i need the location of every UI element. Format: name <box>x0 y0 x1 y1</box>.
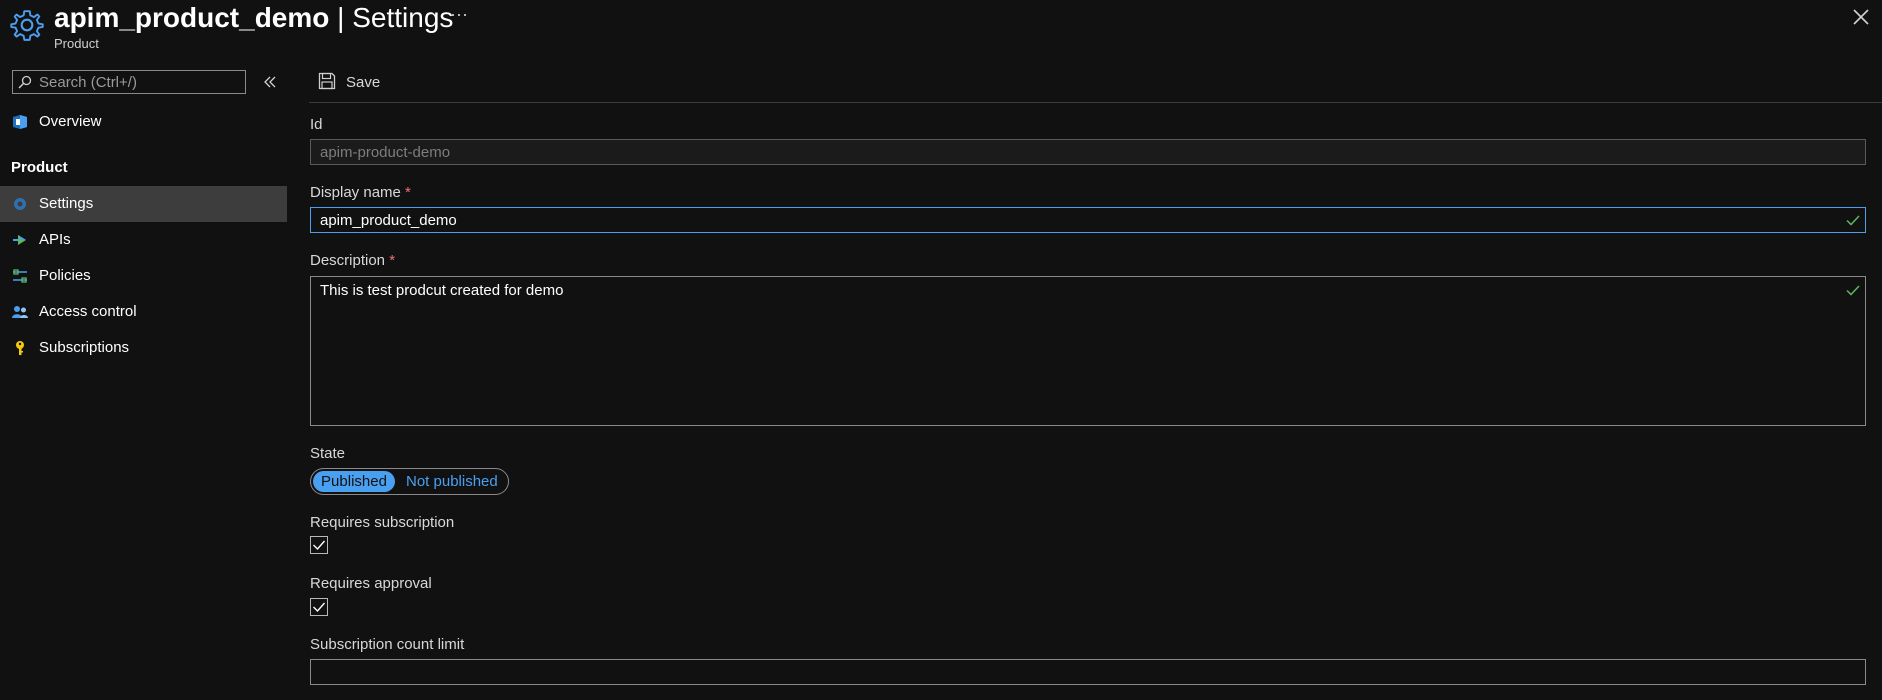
subscription-count-limit-label: Subscription count limit <box>310 636 465 653</box>
required-asterisk: * <box>389 252 396 269</box>
valid-check-icon <box>1846 285 1860 296</box>
key-icon <box>16 341 24 355</box>
close-icon[interactable] <box>1852 8 1870 26</box>
gear-icon <box>10 10 44 41</box>
requires-subscription-checkbox[interactable] <box>310 536 328 554</box>
title-separator: | <box>337 2 345 33</box>
id-input <box>320 143 1820 161</box>
display-name-input[interactable] <box>320 211 1820 229</box>
display-name-label: Display name * <box>310 184 411 201</box>
sidebar-item-settings[interactable]: Settings <box>0 186 287 222</box>
sidebar-item-label: Settings <box>39 195 94 212</box>
save-icon <box>318 72 336 90</box>
valid-check-icon <box>1846 215 1860 226</box>
subscription-count-limit-input[interactable] <box>320 663 1820 681</box>
section-name: Settings <box>352 2 454 33</box>
requires-subscription-label: Requires subscription <box>310 514 455 531</box>
state-label: State <box>310 445 346 462</box>
sidebar-item-access-control[interactable]: Access control <box>0 294 287 330</box>
subscription-count-limit-field-box[interactable] <box>310 659 1866 685</box>
page-title: apim_product_demo | Settings <box>54 2 453 34</box>
sidebar-section-product: Product <box>11 159 68 176</box>
policies-icon <box>13 269 27 283</box>
description-field-box[interactable]: This is test prodcut created for demo <box>310 276 1866 426</box>
search-box[interactable] <box>12 70 246 94</box>
save-label: Save <box>346 74 381 91</box>
id-field-box <box>310 139 1866 165</box>
description-textarea[interactable]: This is test prodcut created for demo <box>320 282 1820 417</box>
description-label: Description * <box>310 252 396 269</box>
sidebar-item-label: APIs <box>39 231 71 248</box>
sidebar-item-label: Policies <box>39 267 91 284</box>
search-icon <box>18 75 32 89</box>
overview-icon <box>13 115 27 129</box>
sidebar-item-label: Access control <box>39 303 137 320</box>
requires-approval-label: Requires approval <box>310 575 432 592</box>
state-toggle[interactable]: Published Not published <box>310 468 509 495</box>
search-input[interactable] <box>39 72 239 92</box>
state-option-not-published[interactable]: Not published <box>406 471 498 492</box>
page-subtitle: Product <box>54 36 99 51</box>
checkmark-icon <box>313 602 326 613</box>
sidebar-item-label: Overview <box>39 113 102 130</box>
collapse-icon[interactable] <box>262 74 278 90</box>
id-label: Id <box>310 116 323 133</box>
api-icon <box>13 235 26 245</box>
toolbar-divider <box>309 102 1882 103</box>
people-icon <box>12 306 28 318</box>
sidebar-item-policies[interactable]: Policies <box>0 258 287 294</box>
requires-approval-checkbox[interactable] <box>310 598 328 616</box>
gear-icon <box>14 198 26 210</box>
checkmark-icon <box>313 540 326 551</box>
product-name: apim_product_demo <box>54 2 330 33</box>
state-option-published[interactable]: Published <box>313 471 395 492</box>
more-icon[interactable]: ··· <box>450 4 468 25</box>
sidebar-item-overview[interactable]: Overview <box>0 104 287 140</box>
sidebar-item-apis[interactable]: APIs <box>0 222 287 258</box>
sidebar-item-label: Subscriptions <box>39 339 130 356</box>
display-name-field-box[interactable] <box>310 207 1866 233</box>
sidebar-item-subscriptions[interactable]: Subscriptions <box>0 330 287 366</box>
required-asterisk: * <box>405 184 411 201</box>
